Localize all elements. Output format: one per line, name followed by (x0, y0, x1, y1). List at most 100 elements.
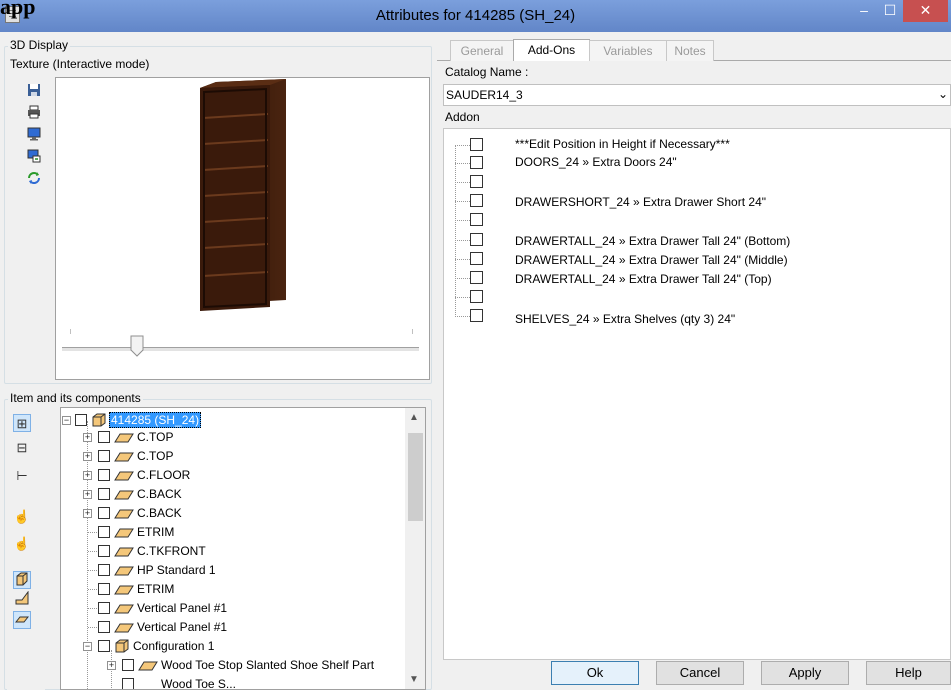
hand-pointer-icon[interactable]: ☝ (13, 508, 31, 526)
tree-checkbox[interactable] (98, 602, 110, 614)
addon-checkbox[interactable] (470, 156, 483, 169)
tree-checkbox[interactable] (98, 583, 110, 595)
expand-toggle[interactable]: + (83, 490, 92, 499)
addon-checkbox[interactable] (470, 290, 483, 303)
catalog-name-select[interactable]: SAUDER14_3 ⌄ (443, 84, 951, 106)
collapse-toggle[interactable]: − (62, 416, 71, 425)
save-icon[interactable] (26, 83, 42, 99)
tree-item-label: Vertical Panel #1 (137, 620, 228, 634)
tab-variables[interactable]: Variables (589, 40, 667, 61)
zoom-slider-thumb[interactable] (130, 335, 144, 357)
tree-item-label: C.TOP (137, 430, 174, 444)
expand-all-icon[interactable]: ⊞ (13, 414, 31, 432)
addon-list-connector (455, 145, 456, 317)
tree-checkbox[interactable] (98, 621, 110, 633)
slider-tick (412, 329, 413, 334)
expand-toggle[interactable]: + (107, 661, 116, 670)
tree-structure-icon[interactable]: ⊢ (13, 467, 31, 485)
addon-connector (455, 145, 470, 146)
panel-icon (114, 526, 134, 541)
addon-connector (455, 316, 470, 317)
assembly-icon (114, 638, 130, 657)
print-icon[interactable] (26, 105, 42, 121)
tree-scrollbar-thumb[interactable] (408, 433, 423, 521)
addon-connector (455, 278, 470, 279)
minimize-button[interactable]: – (851, 0, 877, 22)
tab-general[interactable]: General (450, 40, 514, 61)
tree-item-label: ETRIM (137, 525, 175, 539)
tree-root-label: 414285 (SH_24) (109, 412, 202, 428)
ok-button[interactable]: Ok (551, 661, 639, 685)
tree-checkbox[interactable] (98, 640, 110, 652)
addon-connector (455, 259, 470, 260)
export-icon[interactable] (26, 149, 42, 165)
apply-button[interactable]: Apply (761, 661, 849, 685)
panel-view-icon[interactable] (13, 611, 31, 629)
tree-connector (88, 570, 97, 571)
expand-toggle[interactable]: + (83, 433, 92, 442)
tree-checkbox[interactable] (98, 431, 110, 443)
addon-label-text: SHELVES_24 » Extra Shelves (qty 3) 24" (515, 312, 736, 326)
panel-icon (138, 659, 158, 674)
expand-toggle[interactable]: + (83, 452, 92, 461)
3d-viewport[interactable] (55, 77, 430, 380)
expand-toggle[interactable]: + (83, 471, 92, 480)
tree-checkbox[interactable] (75, 414, 87, 426)
addon-checkbox[interactable] (470, 271, 483, 284)
collapse-toggle[interactable]: − (83, 642, 92, 651)
addon-label-text: DRAWERTALL_24 » Extra Drawer Tall 24" (T… (515, 272, 772, 286)
addon-connector (455, 182, 470, 183)
tree-connector (88, 551, 97, 552)
tree-checkbox[interactable] (122, 678, 134, 689)
close-button[interactable]: ✕ (903, 0, 948, 22)
tree-checkbox[interactable] (122, 659, 134, 671)
tree-checkbox[interactable] (98, 564, 110, 576)
corner-view-icon[interactable] (13, 590, 31, 609)
monitor-icon[interactable] (26, 127, 42, 143)
catalog-name-value: SAUDER14_3 (446, 88, 523, 102)
addon-checkbox[interactable] (470, 252, 483, 265)
addon-connector (455, 240, 470, 241)
box-view-icon[interactable] (13, 571, 31, 589)
addon-checkbox[interactable] (470, 138, 483, 151)
addon-connector (455, 201, 470, 202)
tree-connector (88, 532, 97, 533)
addon-checkbox[interactable] (470, 194, 483, 207)
tree-connector (88, 627, 97, 628)
addon-checkbox[interactable] (470, 309, 483, 322)
components-group-label: Item and its components (8, 391, 143, 405)
tree-checkbox[interactable] (98, 507, 110, 519)
maximize-button[interactable]: ☐ (877, 0, 903, 22)
tree-item-label: C.BACK (137, 487, 182, 501)
texture-mode-label: Texture (Interactive mode) (10, 57, 150, 71)
tree-checkbox[interactable] (98, 488, 110, 500)
help-button[interactable]: Help (866, 661, 951, 685)
addon-checkbox[interactable] (470, 233, 483, 246)
scroll-up-arrow-icon[interactable]: ▲ (409, 412, 419, 423)
panel-icon (114, 621, 134, 636)
panel-icon (114, 583, 134, 598)
cancel-button[interactable]: Cancel (656, 661, 744, 685)
chevron-down-icon[interactable]: ⌄ (938, 87, 948, 101)
addon-label-text: DRAWERTALL_24 » Extra Drawer Tall 24" (B… (515, 234, 791, 248)
tab-notes[interactable]: Notes (666, 40, 714, 61)
collapse-all-icon[interactable]: ⊟ (13, 439, 31, 457)
addon-label-text: ***Edit Position in Height if Necessary*… (515, 137, 730, 151)
tree-item-label: C.BACK (137, 506, 182, 520)
panel-icon (114, 431, 134, 446)
hand-pointer-disabled-icon[interactable]: ☝ (13, 535, 31, 553)
refresh-icon[interactable] (26, 171, 42, 187)
tree-checkbox[interactable] (98, 526, 110, 538)
addon-connector (455, 220, 470, 221)
addon-checkbox[interactable] (470, 175, 483, 188)
zoom-slider-track[interactable] (62, 347, 419, 352)
addon-checkbox[interactable] (470, 213, 483, 226)
tab-add-ons[interactable]: Add-Ons (513, 39, 590, 61)
expand-toggle[interactable]: + (83, 509, 92, 518)
scroll-down-arrow-icon[interactable]: ▼ (409, 674, 419, 685)
panel-icon (114, 469, 134, 484)
addon-label-text: DRAWERTALL_24 » Extra Drawer Tall 24" (M… (515, 253, 788, 267)
tree-checkbox[interactable] (98, 469, 110, 481)
tree-checkbox[interactable] (98, 545, 110, 557)
tree-checkbox[interactable] (98, 450, 110, 462)
